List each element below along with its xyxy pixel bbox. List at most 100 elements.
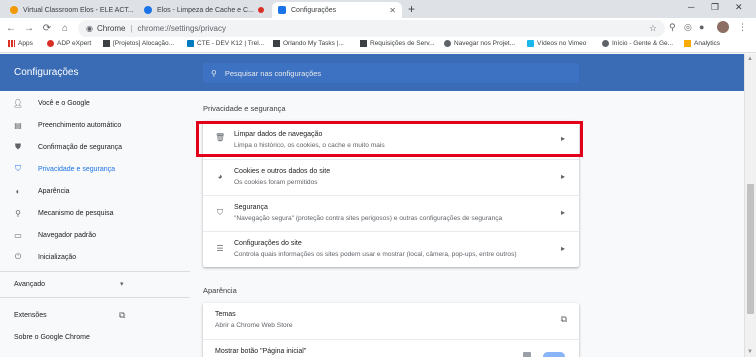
person-icon: 👤︎ [12, 98, 24, 108]
sidebar-item-search-engine[interactable]: ⚲ Mecanismo de pesquisa [0, 203, 190, 223]
sidebar-item-label: Extensões [14, 311, 47, 319]
tab-elos-limpeza[interactable]: Elos - Limpeza de Cache e C... ✕ [138, 2, 270, 18]
separator: | [130, 24, 133, 33]
sidebar-item-you-and-google[interactable]: 👤︎ Você e o Google [0, 93, 190, 113]
bookmark-requisicoes[interactable]: Requisições de Serv... [360, 40, 435, 47]
section-title-appearance: Aparência [203, 286, 237, 295]
new-tab-button[interactable]: + [408, 2, 415, 16]
row-title: Mostrar botão "Página inicial" [215, 348, 307, 355]
bookmark-favicon-icon [273, 40, 280, 47]
scroll-down-icon[interactable]: ▼ [747, 349, 753, 355]
bookmark-apps[interactable]: Apps [8, 40, 33, 47]
bookmark-favicon-icon [444, 40, 451, 47]
close-window-button[interactable]: ✕ [735, 2, 743, 13]
extension-icon[interactable]: ◎ [684, 22, 692, 33]
sidebar-item-label: Confirmação de segurança [38, 143, 123, 151]
page-title: Configurações [14, 67, 79, 78]
menu-icon[interactable]: ⋮ [738, 22, 747, 33]
power-icon: ⏻ [14, 252, 22, 261]
sidebar-item-label: Avançado [14, 280, 46, 288]
row-subtitle: Controla quais informações os sites pode… [234, 251, 517, 258]
bookmark-inicio[interactable]: Início - Gente & Ge... [602, 40, 673, 47]
sidebar-item-autofill[interactable]: ▤ Preenchimento automático [0, 115, 190, 135]
maximize-button[interactable]: ❐ [711, 2, 719, 13]
address-bar[interactable]: ◉ Chrome | chrome://settings/privacy ☆ [78, 20, 665, 37]
row-title: Configurações do site [234, 240, 302, 247]
row-site-settings[interactable]: ☰ Configurações do site Controla quais i… [203, 231, 579, 267]
extension-icon[interactable]: ⚲ [669, 22, 676, 33]
star-icon[interactable]: ☆ [649, 23, 657, 34]
tab-configuracoes[interactable]: Configurações ✕ [272, 2, 402, 18]
sidebar-item-startup[interactable]: ⏻ Inicialização [0, 247, 190, 267]
sidebar-advanced[interactable]: Avançado ▾ [0, 274, 190, 294]
bookmark-favicon-icon [602, 40, 609, 47]
close-icon[interactable]: ✕ [264, 6, 271, 15]
sidebar-about[interactable]: Sobre o Google Chrome [0, 327, 190, 347]
cookie-icon: ◕ [217, 172, 223, 181]
palette-icon: ◐ [15, 186, 21, 196]
back-icon[interactable]: ← [2, 23, 20, 34]
sidebar-item-label: Privacidade e segurança [38, 165, 116, 173]
row-cookies[interactable]: ◕ Cookies e outros dados do site Os cook… [203, 159, 579, 195]
bookmark-projetos[interactable]: [Projetos] Alocação... [103, 40, 174, 47]
vimeo-icon [527, 40, 534, 47]
forward-icon[interactable]: → [20, 23, 38, 34]
minimize-button[interactable]: ─ [688, 2, 694, 12]
bookmark-label: Navegar nos Projet... [454, 40, 516, 47]
row-themes[interactable]: Temas Abrir a Chrome Web Store ⧉ [203, 303, 579, 339]
close-icon[interactable]: ✕ [134, 6, 136, 15]
bookmark-trello[interactable]: CTE - DEV K12 | Trel... [187, 40, 264, 47]
gear-icon [278, 6, 286, 14]
row-home-button[interactable]: Mostrar botão "Página inicial" [203, 339, 579, 357]
bookmark-label: Vídeos no Vimeo [537, 40, 587, 47]
tab-favicon-icon [144, 6, 152, 14]
bookmark-label: Apps [18, 40, 33, 47]
sidebar-item-label: Mecanismo de pesquisa [38, 209, 114, 217]
bookmark-label: [Projetos] Alocação... [113, 40, 175, 47]
scrollbar[interactable]: ▲ ▼ [744, 54, 756, 357]
extension-icon[interactable]: ● [699, 22, 704, 32]
bookmark-navegar[interactable]: Navegar nos Projet... [444, 40, 515, 47]
scroll-up-icon[interactable]: ▲ [747, 56, 753, 62]
sidebar-item-label: Você e o Google [38, 99, 90, 107]
sidebar-divider [0, 271, 190, 272]
sidebar-item-appearance[interactable]: ◐ Aparência [0, 181, 190, 201]
toggle-switch[interactable] [543, 352, 565, 357]
reload-icon[interactable]: ⟳ [38, 23, 56, 34]
sidebar-extensions[interactable]: Extensões ⧉ [0, 305, 190, 325]
bookmark-label: Início - Gente & Ge... [612, 40, 674, 47]
sidebar-item-default-browser[interactable]: ▭ Navegador padrão [0, 225, 190, 245]
bookmark-orlando[interactable]: Orlando My Tasks |... [273, 40, 344, 47]
bookmark-favicon-icon [187, 40, 194, 47]
sidebar-item-label: Sobre o Google Chrome [14, 333, 90, 341]
row-security[interactable]: ⛉ Segurança "Navegação segura" (proteção… [203, 195, 579, 231]
avatar[interactable] [717, 21, 729, 33]
chrome-icon: ◉ [86, 24, 93, 33]
site-label: Chrome [96, 24, 126, 33]
chevron-down-icon: ▾ [120, 281, 124, 288]
search-icon: ⚲ [211, 68, 217, 78]
scrollbar-thumb[interactable] [747, 184, 754, 314]
apps-grid-icon [8, 40, 15, 47]
row-title: Segurança [234, 204, 268, 211]
bookmark-adp[interactable]: ADP eXpert [47, 40, 91, 47]
sliders-icon: ☰ [216, 244, 224, 253]
tab-title: Configurações [291, 6, 337, 14]
search-input[interactable]: ⚲ Pesquisar nas configurações [203, 63, 579, 83]
bookmark-label: Analytics [694, 40, 721, 47]
bookmark-vimeo[interactable]: Vídeos no Vimeo [527, 40, 586, 47]
home-icon[interactable]: ⌂ [56, 23, 74, 34]
sidebar-item-label: Navegador padrão [38, 231, 96, 239]
bookmark-favicon-icon [360, 40, 367, 47]
sidebar-item-label: Preenchimento automático [38, 121, 122, 129]
tab-virtual-classroom[interactable]: Virtual Classroom Elos - ELE ACT... ✕ [4, 2, 136, 18]
sidebar-item-safety-check[interactable]: ⛊ Confirmação de segurança [0, 137, 190, 157]
chevron-right-icon: ▸ [560, 172, 565, 181]
open-in-new-icon[interactable]: ⧉ [561, 314, 567, 325]
close-icon[interactable]: ✕ [383, 6, 396, 15]
url-text: chrome://settings/privacy [137, 24, 226, 33]
sidebar-item-privacy[interactable]: ⛉ Privacidade e segurança [0, 159, 190, 179]
row-title: Cookies e outros dados do site [234, 168, 331, 175]
bookmark-analytics[interactable]: Analytics [684, 40, 720, 47]
sidebar-item-label: Inicialização [38, 253, 77, 261]
